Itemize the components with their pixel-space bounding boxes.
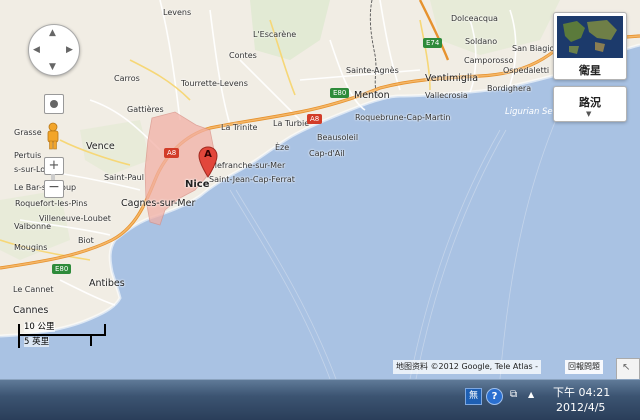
place-label-lescarene: L'Escarène: [253, 30, 297, 39]
zoom-in-button[interactable]: +: [44, 157, 64, 175]
place-label-tourrette: Tourrette-Levens: [181, 79, 248, 88]
street-view-pegman[interactable]: [45, 122, 61, 150]
road-shield-a8-east: A8: [307, 114, 323, 124]
windows-taskbar: 無 ? ⧉ ▲ 下午 04:21 2012/4/5: [0, 379, 640, 420]
place-label-antibes: Antibes: [89, 278, 125, 289]
place-label-biot: Biot: [78, 236, 94, 245]
help-icon: ?: [491, 391, 498, 402]
place-label-grasse: Grasse: [14, 128, 42, 137]
place-label-nice: Nice: [185, 179, 210, 190]
scale-imperial-label: 5 英里: [24, 337, 50, 347]
road-shield-e80-east: E80: [330, 88, 350, 98]
tray-time[interactable]: 下午 04:21: [553, 384, 610, 400]
map-attribution: 地图资料 ©2012 Google, Tele Atlas -: [393, 360, 542, 374]
place-label-vence: Vence: [86, 141, 115, 152]
scale-tick-left: [18, 324, 20, 348]
place-label-cagnes: Cagnes-sur-Mer: [121, 198, 196, 209]
place-label-latrinite: La Trinite: [221, 123, 258, 132]
place-label-carros: Carros: [114, 74, 140, 83]
place-label-saintpaul: Saint-Paul: [104, 173, 144, 182]
place-label-contes: Contes: [229, 51, 257, 60]
place-label-gattieres: Gattières: [127, 105, 164, 114]
sea-label-ligurian: Ligurian Se: [505, 107, 553, 117]
satellite-label: 衛星: [579, 64, 601, 77]
place-label-levens: Levens: [163, 8, 192, 17]
ime-label: 無: [468, 391, 478, 401]
road-shield-e74: E74: [423, 38, 443, 48]
report-problem-link[interactable]: 回報問題: [565, 360, 603, 374]
place-label-valbonne: Valbonne: [14, 222, 52, 231]
pan-left-icon[interactable]: ◀: [33, 45, 40, 55]
pegman-icon: [47, 122, 59, 150]
road-shield-a8-west: A8: [164, 148, 180, 158]
expand-arrow-icon: ↖: [622, 362, 631, 373]
satellite-thumbnail-icon: [557, 16, 623, 58]
location-marker[interactable]: A: [198, 146, 218, 178]
pan-up-icon[interactable]: ▲: [49, 28, 56, 38]
place-label-roquebrune: Roquebrune-Cap-Martin: [355, 113, 451, 122]
place-label-capdail: Cap-d'Ail: [309, 149, 345, 158]
scale-tick-metric: [104, 324, 106, 335]
place-label-saintagnes: Sainte-Agnès: [346, 66, 399, 75]
traffic-label: 路況: [579, 96, 601, 109]
place-label-roquefort: Roquefort-les-Pins: [15, 199, 88, 208]
marker-label: A: [204, 149, 212, 160]
scale-bar: 10 公里 5 英里: [18, 322, 108, 348]
satellite-view-button[interactable]: 衛星: [553, 12, 627, 80]
scale-line: [18, 334, 106, 336]
circle-dot-icon: [50, 100, 58, 108]
tray-expand-icon[interactable]: ▲: [528, 390, 534, 399]
overview-map-toggle[interactable]: ↖: [616, 358, 640, 379]
place-label-menton: Menton: [354, 90, 390, 101]
place-label-mougins: Mougins: [14, 243, 48, 252]
place-label-vallecrosia: Vallecrosia: [425, 91, 468, 100]
scale-metric-label: 10 公里: [24, 322, 55, 332]
place-label-dolceacqua: Dolceacqua: [451, 14, 498, 23]
place-label-stjeancap: Saint-Jean-Cap-Ferrat: [209, 175, 295, 184]
place-label-pertuis: Pertuis: [14, 151, 42, 160]
place-label-ventimiglia: Ventimiglia: [425, 73, 479, 84]
pan-control[interactable]: ▲ ▼ ◀ ▶: [28, 24, 80, 76]
scale-tick-imperial: [90, 335, 92, 346]
place-label-camporosso: Camporosso: [464, 56, 514, 65]
place-label-eze: Èze: [275, 143, 290, 152]
road-shield-e80-west: E80: [52, 264, 72, 274]
place-label-lecannet: Le Cannet: [13, 285, 54, 294]
tray-date[interactable]: 2012/4/5: [556, 401, 605, 414]
ime-indicator[interactable]: 無: [465, 388, 482, 405]
network-icon[interactable]: ⧉: [510, 389, 517, 400]
place-label-ospedaletti: Ospedaletti: [503, 66, 550, 75]
help-button[interactable]: ?: [486, 388, 503, 405]
place-label-cannes: Cannes: [13, 305, 49, 316]
traffic-layer-button[interactable]: 路況 ▼: [553, 86, 627, 122]
pan-right-icon[interactable]: ▶: [66, 45, 73, 55]
place-label-soldano: Soldano: [465, 37, 498, 46]
map-canvas[interactable]: Levens L'Escarène Contes Tourrette-Leven…: [0, 0, 640, 379]
zoom-out-button[interactable]: −: [44, 180, 64, 198]
chevron-down-icon: ▼: [586, 110, 592, 118]
pan-down-icon[interactable]: ▼: [49, 62, 56, 72]
place-label-bordighera: Bordighera: [487, 84, 532, 93]
reset-view-button[interactable]: [44, 94, 64, 114]
place-label-beausoleil: Beausoleil: [317, 133, 359, 142]
place-label-sanbiagio: San Biagio: [512, 44, 555, 53]
place-label-laturbie: La Turbie: [273, 119, 310, 128]
